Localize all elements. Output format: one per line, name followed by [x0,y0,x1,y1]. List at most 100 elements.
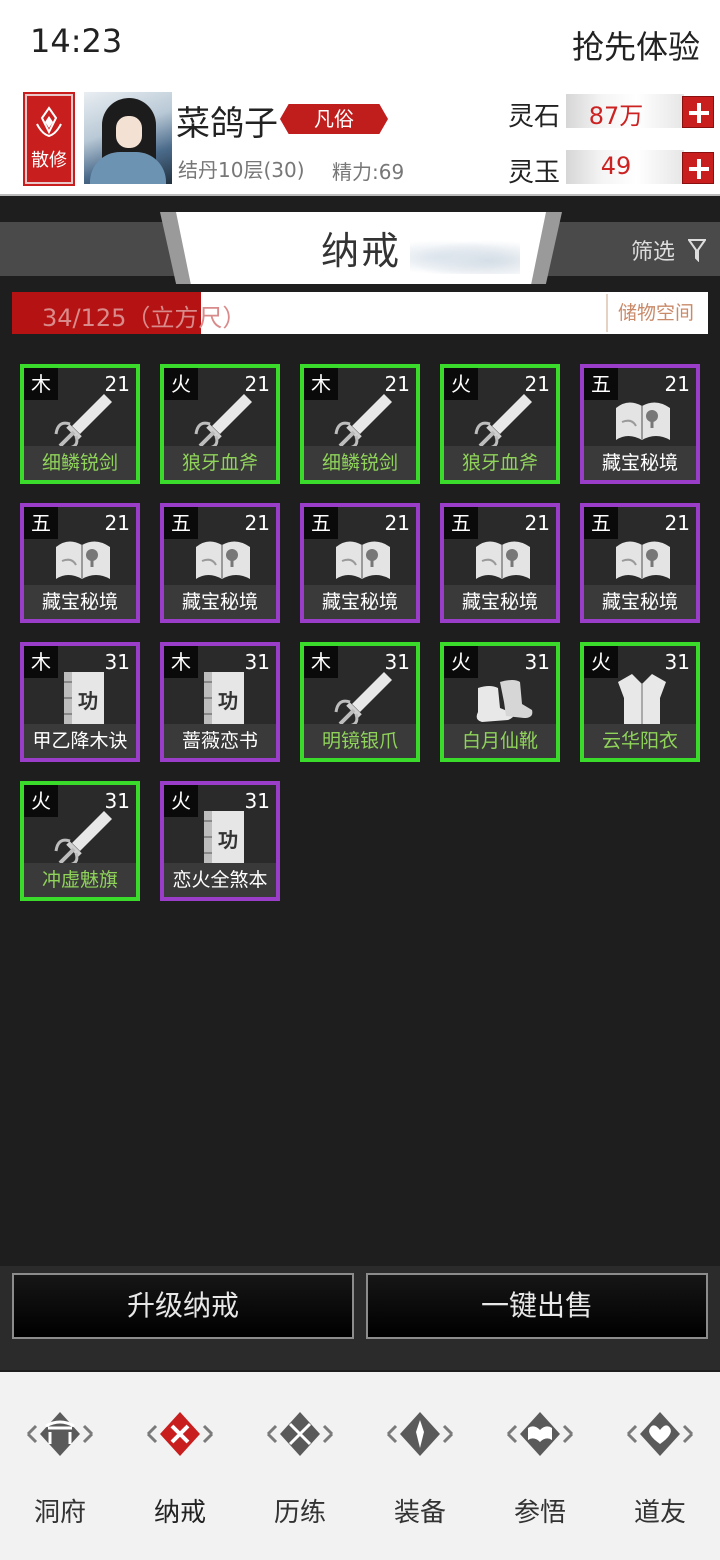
robe-icon [618,674,666,726]
filter-button[interactable]: 筛选 [631,234,706,266]
player-name: 菜鸽子 [176,104,278,144]
energy-value: 精力:69 [332,160,405,184]
inventory-item[interactable]: 五 21 藏宝秘境 [300,503,420,623]
item-name: 蔷薇恋书 [164,724,276,758]
cave-gate-icon [26,1412,94,1456]
avatar[interactable] [84,92,172,184]
sword-icon [194,394,252,450]
inventory-item[interactable]: 五 21 藏宝秘境 [440,503,560,623]
item-name: 藏宝秘境 [584,446,696,480]
nav-label: 洞府 [33,1498,86,1528]
item-name: 恋火全煞本 [164,863,276,897]
status-time: 14:23 [30,22,123,60]
action-bar: 升级纳戒 一键出售 [0,1266,720,1370]
nav-label: 装备 [393,1498,446,1528]
nav-label: 纳戒 [153,1498,206,1528]
inventory-item[interactable]: 五 21 藏宝秘境 [160,503,280,623]
technique-book-icon: 功 [64,672,104,728]
nav-item[interactable]: 参悟 [480,1392,600,1552]
item-name: 白月仙靴 [444,724,556,758]
map-scroll-icon [196,541,250,579]
rank-badge: 凡俗 [280,104,388,134]
item-name: 狼牙血斧 [444,446,556,480]
book-icon [506,1412,574,1456]
inventory-item[interactable]: 木 31 功蔷薇恋书 [160,642,280,762]
inventory-item[interactable]: 木 31 明镜银爪 [300,642,420,762]
nav-item[interactable]: 历练 [240,1392,360,1552]
item-name: 藏宝秘境 [584,585,696,619]
sword-icon [474,394,532,450]
bottom-nav: 洞府 纳戒 历练 装备 参悟 道友 [0,1372,720,1560]
nav-label: 参悟 [513,1498,566,1528]
item-name: 细鳞锐剑 [304,446,416,480]
book-glyph: 功 [218,689,238,713]
map-scroll-icon [616,541,670,579]
item-name: 藏宝秘境 [304,585,416,619]
capacity-text: 34/125（立方尺） [42,304,247,332]
spirit-stone-value: 87万 [588,102,644,130]
sword-icon [334,672,392,728]
cultivation-realm: 结丹10层(30) [178,158,305,182]
inventory-item[interactable]: 火 31 白月仙靴 [440,642,560,762]
sword-icon [54,811,112,867]
item-name: 甲乙降木诀 [24,724,136,758]
player-header: 散修 菜鸽子 凡俗 结丹10层(30) 精力:69 灵石 87万 灵玉 49 [0,84,720,196]
book-glyph: 功 [218,828,238,852]
equipment-icon [386,1412,454,1456]
item-name: 明镜银爪 [304,724,416,758]
inventory-item[interactable]: 火 21 狼牙血斧 [440,364,560,484]
inventory-item[interactable]: 火 31 云华阳衣 [580,642,700,762]
nav-item[interactable]: 装备 [360,1392,480,1552]
sect-badge[interactable]: 散修 [23,92,75,186]
nav-label: 历练 [273,1498,326,1528]
sword-icon [334,394,392,450]
early-access-button[interactable]: 抢先体验 [572,22,700,68]
book-glyph: 功 [78,689,98,713]
inventory-item[interactable]: 火 21 狼牙血斧 [160,364,280,484]
spirit-jade-label: 灵玉 [508,158,561,188]
nav-item[interactable]: 道友 [600,1392,720,1552]
inventory-item[interactable]: 五 21 藏宝秘境 [580,364,700,484]
item-name: 细鳞锐剑 [24,446,136,480]
inventory-item[interactable]: 五 21 藏宝秘境 [20,503,140,623]
spirit-jade-value: 49 [600,152,632,180]
map-scroll-icon [476,541,530,579]
page-title: 纳戒 [320,229,401,273]
item-name: 冲虚魅旗 [24,863,136,897]
nav-label: 道友 [633,1498,686,1528]
inventory-item[interactable]: 木 21 细鳞锐剑 [300,364,420,484]
inventory-item[interactable]: 五 21 藏宝秘境 [580,503,700,623]
filter-icon [688,239,706,262]
nav-item[interactable]: 纳戒 [120,1392,240,1552]
inventory-item[interactable]: 木 31 功甲乙降木诀 [20,642,140,762]
nav-item[interactable]: 洞府 [0,1392,120,1552]
sell-all-button[interactable]: 一键出售 [366,1273,708,1339]
item-name: 云华阳衣 [584,724,696,758]
capacity-bar: 34/125（立方尺） 储物空间 [12,292,708,334]
technique-book-icon: 功 [204,811,244,867]
upgrade-ring-button[interactable]: 升级纳戒 [12,1273,354,1339]
item-name: 狼牙血斧 [164,446,276,480]
filter-label: 筛选 [630,240,675,265]
map-scroll-icon [336,541,390,579]
map-scroll-icon [616,402,670,440]
item-name: 藏宝秘境 [24,585,136,619]
inventory-item[interactable]: 木 21 细鳞锐剑 [20,364,140,484]
inventory-item[interactable]: 火 31 冲虚魅旗 [20,781,140,901]
storage-space-button[interactable]: 储物空间 [606,294,704,332]
friends-heart-icon [626,1412,694,1456]
sword-icon [54,394,112,450]
spirit-stone-label: 灵石 [508,102,561,132]
map-scroll-icon [56,541,110,579]
ring-close-icon [146,1412,214,1456]
add-spirit-jade-button[interactable] [682,152,714,184]
technique-book-icon: 功 [204,672,244,728]
lotus-icon [36,106,62,138]
sect-label: 散修 [31,150,67,171]
item-name: 藏宝秘境 [444,585,556,619]
add-spirit-stone-button[interactable] [682,96,714,128]
inventory-item[interactable]: 火 31 功恋火全煞本 [160,781,280,901]
item-name: 藏宝秘境 [164,585,276,619]
status-bar: 14:23 抢先体验 [0,0,720,84]
crossed-swords-icon [266,1412,334,1456]
